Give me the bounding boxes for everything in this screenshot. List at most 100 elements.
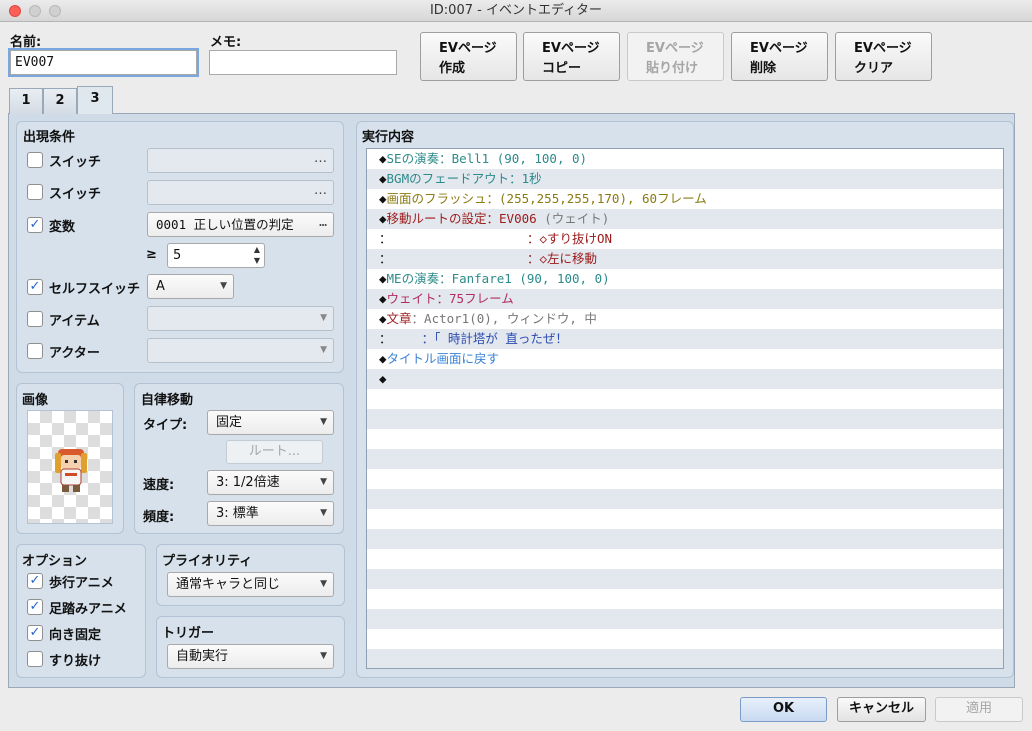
- conditions-title: 出現条件: [23, 130, 76, 145]
- switch1-checkbox[interactable]: [27, 152, 43, 168]
- create-page-button[interactable]: EVページ 作成: [420, 32, 517, 81]
- direction-fix-label: 向き固定: [49, 628, 102, 643]
- selfswitch-value: A: [156, 279, 165, 294]
- tab-page-3[interactable]: 3: [77, 86, 113, 114]
- chevron-down-icon: ▼: [320, 345, 327, 355]
- ok-button[interactable]: OK: [740, 697, 827, 722]
- command-text: SEの演奏：Bell1 (90, 100, 0): [386, 151, 588, 166]
- speed-value: 3: 1/2倍速: [216, 475, 280, 490]
- stepper-arrows-icon[interactable]: ▲ ▼: [254, 244, 260, 266]
- close-window-icon[interactable]: [9, 5, 21, 17]
- variable-value: 0001 正しい位置の判定: [156, 217, 294, 232]
- direction-fix-checkbox[interactable]: ✓: [27, 625, 43, 641]
- delete-page-button[interactable]: EVページ削除: [731, 32, 828, 81]
- freq-select[interactable]: 3: 標準 ▼: [207, 501, 334, 526]
- command-row[interactable]: ◆SEの演奏：Bell1 (90, 100, 0): [367, 149, 1003, 169]
- command-text: タイトル画面に戻す: [386, 351, 500, 366]
- name-field[interactable]: EV007: [8, 48, 199, 77]
- command-text: ：◇すり抜けON: [391, 231, 613, 246]
- command-row[interactable]: ◆文章：Actor1(0), ウィンドウ, 中: [367, 309, 1003, 329]
- item-checkbox[interactable]: [27, 311, 43, 327]
- type-select[interactable]: 固定 ▼: [207, 410, 334, 435]
- paste-page-button[interactable]: EVページ貼り付け: [627, 32, 724, 81]
- button-line1: EVページ: [542, 41, 600, 56]
- switch2-checkbox[interactable]: [27, 184, 43, 200]
- command-row[interactable]: ◆BGMのフェードアウト：1秒: [367, 169, 1003, 189]
- command-row[interactable]: ◆: [367, 369, 1003, 389]
- actor-label: アクター: [49, 346, 100, 361]
- chevron-down-icon: ▼: [320, 508, 327, 518]
- command-row[interactable]: ◆MEの演奏：Fanfare1 (90, 100, 0): [367, 269, 1003, 289]
- selfswitch-checkbox[interactable]: ✓: [27, 279, 43, 295]
- minimize-window-icon[interactable]: [29, 5, 41, 17]
- trigger-select[interactable]: 自動実行 ▼: [167, 644, 334, 669]
- command-text: 移動ルートの設定：EV006: [386, 211, 537, 226]
- character-sprite-icon: [55, 449, 87, 492]
- name-label: 名前:: [10, 35, 42, 50]
- apply-button[interactable]: 適用: [935, 697, 1023, 722]
- clear-page-button[interactable]: EVページ クリア: [835, 32, 932, 81]
- switch2-select[interactable]: …: [147, 180, 334, 205]
- command-text: 文章: [386, 311, 412, 326]
- command-row[interactable]: ◆画面のフラッシュ：(255,255,255,170), 60フレーム: [367, 189, 1003, 209]
- trigger-title: トリガー: [162, 626, 215, 641]
- command-row[interactable]: ◆ウェイト：75フレーム: [367, 289, 1003, 309]
- stepping-anim-checkbox[interactable]: ✓: [27, 599, 43, 615]
- command-diamond-icon: ◆: [379, 191, 387, 206]
- operator-label: ≥: [146, 247, 157, 262]
- switch1-select[interactable]: …: [147, 148, 334, 173]
- walking-anim-checkbox[interactable]: ✓: [27, 573, 43, 589]
- options-title: オプション: [22, 554, 88, 569]
- stepping-anim-label: 足踏みアニメ: [49, 602, 127, 617]
- button-line1: EVページ: [750, 41, 808, 56]
- zoom-window-icon[interactable]: [49, 5, 61, 17]
- freq-value: 3: 標準: [216, 506, 259, 521]
- route-button[interactable]: ルート...: [226, 440, 323, 464]
- command-diamond-icon: ◆: [379, 151, 387, 166]
- character-image[interactable]: [27, 410, 113, 524]
- tab-page-2[interactable]: 2: [43, 88, 77, 114]
- copy-page-button[interactable]: EVページ コピー: [523, 32, 620, 81]
- command-row[interactable]: ： ：◇すり抜けON: [367, 229, 1003, 249]
- continuation-mark: ：: [379, 251, 392, 266]
- through-label: すり抜け: [49, 654, 102, 669]
- tab-page-1[interactable]: 1: [9, 88, 43, 114]
- walking-anim-label: 歩行アニメ: [49, 576, 114, 591]
- command-row[interactable]: ◆タイトル画面に戻す: [367, 349, 1003, 369]
- ellipsis-icon: …: [314, 183, 327, 198]
- priority-select[interactable]: 通常キャラと同じ ▼: [167, 572, 334, 597]
- window-title: ID:007 - イベントエディター: [429, 3, 603, 18]
- actor-select[interactable]: ▼: [147, 338, 334, 363]
- freq-label: 頻度:: [143, 510, 175, 525]
- command-extra: ：Actor1(0), ウィンドウ, 中: [411, 311, 597, 326]
- variable-number: 5: [173, 248, 182, 263]
- button-line2: 削除: [750, 61, 777, 76]
- selfswitch-select[interactable]: A ▼: [147, 274, 234, 299]
- command-list[interactable]: ◆SEの演奏：Bell1 (90, 100, 0) ◆BGMのフェードアウト：1秒…: [366, 148, 1004, 669]
- contents-title: 実行内容: [362, 130, 415, 145]
- item-select[interactable]: ▼: [147, 306, 334, 331]
- variable-checkbox[interactable]: ✓: [27, 217, 43, 233]
- type-label: タイプ:: [143, 418, 188, 433]
- speed-select[interactable]: 3: 1/2倍速 ▼: [207, 470, 334, 495]
- button-line2: 貼り付け: [646, 61, 699, 76]
- button-line1: EVページ: [646, 41, 704, 56]
- chevron-down-icon: ▼: [220, 281, 227, 291]
- command-row[interactable]: ： ：「 時計塔が 直ったぜ！: [367, 329, 1003, 349]
- item-label: アイテム: [49, 314, 100, 329]
- memo-field[interactable]: [209, 50, 397, 75]
- actor-checkbox[interactable]: [27, 343, 43, 359]
- command-row[interactable]: ◆移動ルートの設定：EV006 (ウェイト): [367, 209, 1003, 229]
- command-row[interactable]: ： ：◇左に移動: [367, 249, 1003, 269]
- autonomous-title: 自律移動: [141, 393, 194, 408]
- ellipsis-icon: …: [319, 215, 327, 230]
- variable-number-stepper[interactable]: 5 ▲ ▼: [167, 243, 265, 268]
- variable-select[interactable]: 0001 正しい位置の判定 …: [147, 212, 334, 237]
- trigger-value: 自動実行: [176, 649, 229, 664]
- switch1-label: スイッチ: [49, 155, 102, 170]
- button-line1: EVページ: [854, 41, 912, 56]
- command-extra: (ウェイト): [536, 211, 610, 226]
- through-checkbox[interactable]: [27, 651, 43, 667]
- command-diamond-icon: ◆: [379, 271, 387, 286]
- cancel-button[interactable]: キャンセル: [837, 697, 926, 722]
